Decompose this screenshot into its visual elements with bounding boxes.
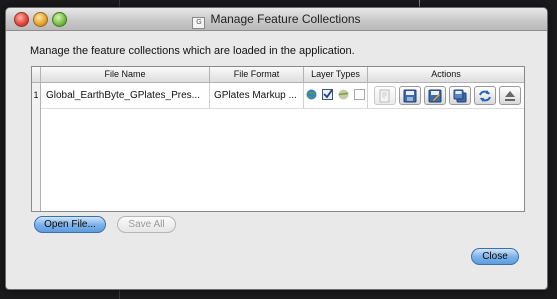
checkbox-checked-icon[interactable] <box>322 85 334 100</box>
save-copy-icon <box>453 89 467 103</box>
reload-button[interactable] <box>474 86 496 105</box>
manage-feature-collections-dialog: G Manage Feature Collections Manage the f… <box>5 7 548 290</box>
table-row[interactable]: 1 Global_EarthByte_GPlates_Pres... GPlat… <box>32 83 524 109</box>
row-number-header <box>32 67 41 82</box>
window-title-wrap: G Manage Feature Collections <box>6 12 547 29</box>
row-number-gutter <box>32 108 41 211</box>
edit-configuration-icon <box>379 89 390 103</box>
save-as-icon <box>428 89 442 103</box>
row-number: 1 <box>32 83 41 108</box>
close-button[interactable]: Close <box>471 248 519 265</box>
table-header: File Name File Format Layer Types Action… <box>32 67 524 83</box>
save-copy-button[interactable] <box>449 86 471 105</box>
open-file-button[interactable]: Open File... <box>34 216 106 233</box>
edit-configuration-button[interactable] <box>374 86 396 105</box>
window-title: Manage Feature Collections <box>210 12 361 26</box>
feature-collections-table: File Name File Format Layer Types Action… <box>31 66 525 212</box>
globe-icon <box>306 85 317 100</box>
layer-types-cell <box>304 83 368 108</box>
save-all-button[interactable]: Save All <box>117 216 176 233</box>
column-header-layer-types[interactable]: Layer Types <box>304 67 368 82</box>
actions-cell <box>368 83 524 108</box>
eject-icon <box>505 91 515 101</box>
save-icon <box>403 89 417 103</box>
raster-globe-icon <box>338 85 349 100</box>
column-header-file-format[interactable]: File Format <box>210 67 304 82</box>
file-name-cell[interactable]: Global_EarthByte_GPlates_Pres... <box>41 83 210 108</box>
checkbox-empty-icon[interactable] <box>353 85 365 100</box>
title-bar[interactable]: G Manage Feature Collections <box>6 8 547 31</box>
dialog-description: Manage the feature collections which are… <box>30 45 355 57</box>
column-header-file-name[interactable]: File Name <box>41 67 210 82</box>
reload-icon <box>479 90 491 102</box>
save-as-button[interactable] <box>424 86 446 105</box>
file-format-cell[interactable]: GPlates Markup ... <box>210 83 304 108</box>
unload-button[interactable] <box>499 86 521 105</box>
column-header-actions[interactable]: Actions <box>368 67 524 82</box>
app-icon: G <box>192 17 206 29</box>
save-button[interactable] <box>399 86 421 105</box>
